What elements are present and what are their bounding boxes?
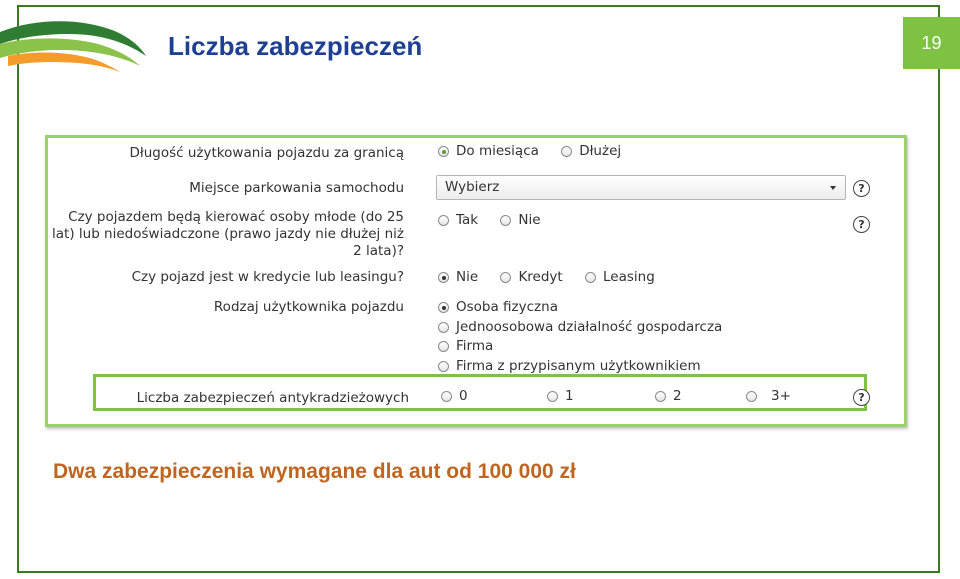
user-type-label: Rodzaj użytkownika pojazdu — [213, 299, 404, 315]
user-type-options: Osoba fizyczna Jednoosobowa działalność … — [438, 298, 722, 376]
radio-icon[interactable] — [500, 272, 512, 283]
young-drivers-help-icon[interactable]: ? — [853, 216, 870, 233]
logo-swoosh-icon — [0, 21, 146, 72]
radio-checked-icon[interactable] — [438, 302, 449, 314]
chevron-down-icon[interactable] — [830, 186, 836, 190]
parking-select[interactable]: Wybierz — [436, 175, 846, 200]
credit-leasing-option-no[interactable]: Nie — [438, 269, 478, 286]
slide-subtitle: Dwa zabezpieczenia wymagane dla aut od 1… — [53, 460, 576, 483]
usage-abroad-option-month[interactable]: Do miesiąca — [438, 143, 539, 160]
security-count-option-2[interactable]: 2 — [655, 388, 682, 405]
credit-leasing-option-credit[interactable]: Kredyt — [500, 269, 563, 286]
user-type-option-sole-proprietor[interactable]: Jednoosobowa działalność gospodarcza — [438, 318, 722, 338]
radio-icon[interactable] — [438, 215, 449, 226]
security-count-label: Liczba zabezpieczeń antykradzieżowych — [136, 390, 409, 406]
user-type-option-person[interactable]: Osoba fizyczna — [438, 298, 722, 318]
parking-label: Miejsce parkowania samochodu — [189, 180, 404, 196]
radio-icon[interactable] — [500, 215, 512, 226]
security-count-option-0[interactable]: 0 — [441, 388, 468, 405]
radio-icon[interactable] — [441, 391, 452, 402]
form-screenshot: Długość użytkowania pojazdu za granicą D… — [45, 135, 907, 427]
radio-icon[interactable] — [655, 391, 666, 402]
radio-icon[interactable] — [438, 360, 449, 372]
usage-abroad-label: Długość użytkowania pojazdu za granicą — [129, 145, 404, 161]
radio-icon[interactable] — [746, 391, 757, 402]
young-drivers-label: Czy pojazdem będą kierować osoby młode (… — [52, 209, 404, 259]
parking-select-value: Wybierz — [445, 179, 500, 195]
young-drivers-option-no[interactable]: Nie — [500, 212, 541, 229]
user-type-option-company[interactable]: Firma — [438, 337, 722, 357]
credit-leasing-option-leasing[interactable]: Leasing — [585, 269, 655, 286]
young-drivers-option-yes[interactable]: Tak — [438, 212, 478, 229]
radio-icon[interactable] — [438, 321, 449, 333]
radio-icon[interactable] — [585, 272, 597, 283]
radio-icon[interactable] — [547, 391, 558, 402]
security-count-option-1[interactable]: 1 — [547, 388, 574, 405]
security-count-help-icon[interactable]: ? — [853, 389, 870, 406]
credit-leasing-label: Czy pojazd jest w kredycie lub leasingu? — [131, 269, 404, 285]
radio-icon[interactable] — [438, 341, 449, 353]
usage-abroad-options: Do miesiąca Dłużej — [438, 143, 639, 162]
page-number-badge: 19 — [903, 17, 960, 69]
radio-icon[interactable] — [561, 146, 573, 157]
radio-checked-icon[interactable] — [438, 146, 449, 157]
radio-checked-icon[interactable] — [438, 272, 449, 283]
parking-help-icon[interactable]: ? — [853, 180, 870, 197]
usage-abroad-option-longer[interactable]: Dłużej — [561, 143, 621, 160]
slide-title: Liczba zabezpieczeń — [168, 31, 423, 61]
credit-leasing-options: Nie Kredyt Leasing — [438, 269, 673, 288]
security-count-option-3plus[interactable]: 3+ — [746, 388, 791, 405]
young-drivers-options: Tak Nie — [438, 212, 559, 231]
